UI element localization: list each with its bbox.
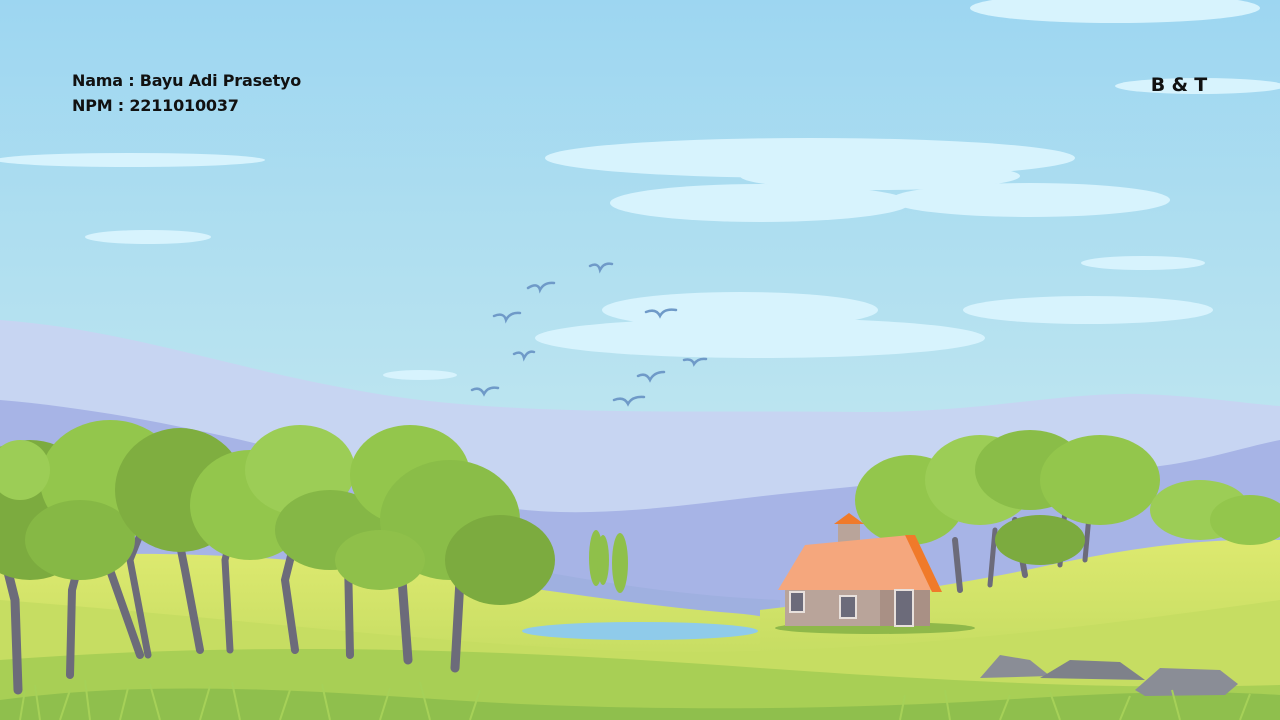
pond — [522, 622, 758, 640]
student-npm: NPM : 2211010037 — [72, 96, 239, 115]
brand-label: B & T — [1150, 74, 1207, 96]
student-name: Nama : Bayu Adi Prasetyo — [72, 71, 302, 90]
